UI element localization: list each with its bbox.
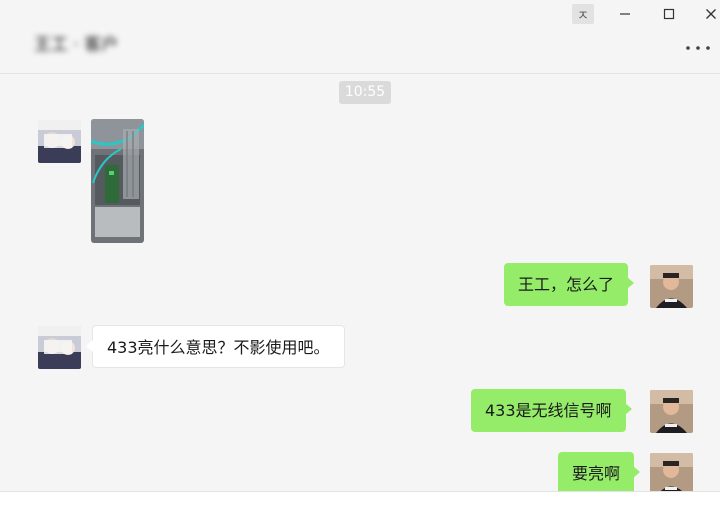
maximize-icon <box>663 8 675 20</box>
more-icon <box>686 46 710 50</box>
minimize-icon <box>620 13 630 15</box>
chat-title: 王工 · 客户 <box>34 35 119 55</box>
timestamp-badge: 10:55 <box>339 81 391 104</box>
avatar-self[interactable] <box>650 390 693 433</box>
close-button[interactable] <box>700 4 720 24</box>
avatar-contact[interactable] <box>38 120 81 163</box>
close-icon <box>706 9 716 19</box>
message-bubble-other[interactable]: 433亮什么意思？不影使用吧。 <box>86 325 345 368</box>
input-area-divider <box>0 491 720 505</box>
message-bubble-self[interactable]: 433是无线信号啊 <box>471 389 632 432</box>
minimize-button[interactable] <box>614 4 636 24</box>
avatar-self[interactable] <box>650 265 693 308</box>
message-bubble-self[interactable]: 王工，怎么了 <box>504 263 635 306</box>
image-message[interactable] <box>91 119 144 243</box>
control-cabinet-photo <box>91 119 144 243</box>
more-button[interactable] <box>682 38 714 58</box>
maximize-button[interactable] <box>658 4 680 24</box>
title-bar: 王工 · 客户 ㅈ <box>0 0 720 74</box>
chat-area[interactable]: 10:55 王工，怎么了 433亮什么意思？不影使用吧。 433是无线信号啊 要… <box>0 75 720 496</box>
pin-button[interactable]: ㅈ <box>572 4 594 24</box>
pin-icon: ㅈ <box>577 8 589 24</box>
avatar-contact[interactable] <box>38 326 81 369</box>
message-bubble-self[interactable]: 要亮啊 <box>558 452 641 495</box>
avatar-self[interactable] <box>650 453 693 496</box>
